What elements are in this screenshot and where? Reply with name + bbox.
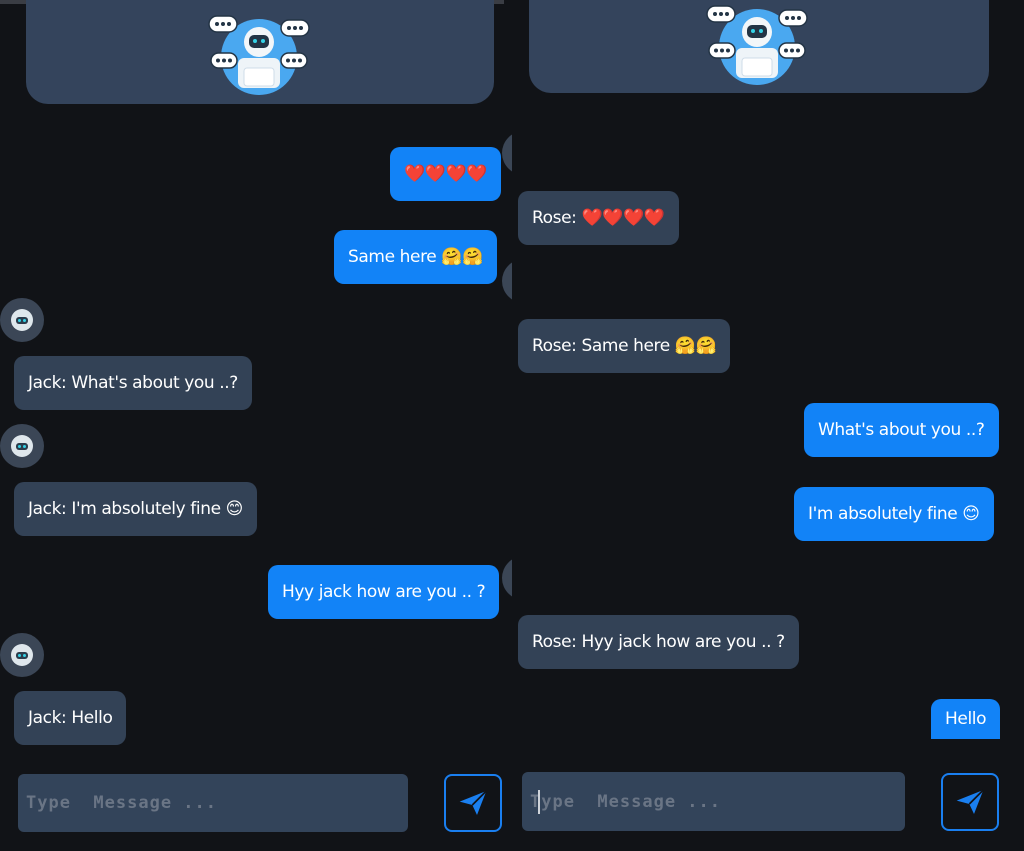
message-input-box[interactable] — [522, 772, 905, 831]
outgoing-message: ❤️❤️❤️❤️ — [390, 147, 502, 201]
bot-avatar-icon — [0, 424, 44, 468]
bot-avatar-icon — [502, 131, 512, 175]
left-chat-pane: ❤️❤️❤️❤️ Same here 🤗🤗 Jack: What's about… — [0, 0, 512, 851]
send-paper-plane-icon — [956, 789, 984, 814]
outgoing-message: What's about you ..? — [804, 403, 999, 457]
incoming-message: Jack: What's about you ..? — [14, 356, 252, 410]
send-button[interactable] — [941, 773, 999, 831]
bot-avatar-icon — [0, 633, 44, 677]
outgoing-message: I'm absolutely fine 😊 — [794, 487, 994, 541]
chatbot-illustration-icon — [208, 15, 310, 95]
bot-avatar-icon — [0, 298, 44, 342]
bot-avatar-icon — [502, 259, 512, 303]
send-paper-plane-icon — [459, 790, 487, 815]
right-chat-pane: Rose: ❤️❤️❤️❤️ Rose: Same here 🤗🤗 What's… — [512, 0, 1024, 851]
outgoing-message: Hyy jack how are you .. ? — [268, 565, 500, 619]
incoming-message: Jack: I'm absolutely fine 😊 — [14, 482, 257, 536]
chatbot-illustration-icon — [706, 5, 808, 85]
incoming-message: Jack: Hello — [14, 691, 127, 745]
incoming-message: Rose: ❤️❤️❤️❤️ — [518, 191, 679, 245]
outgoing-message: Same here 🤗🤗 — [334, 230, 497, 284]
incoming-message: Rose: Hyy jack how are you .. ? — [518, 615, 799, 669]
outgoing-message: Hello — [931, 699, 1001, 739]
bot-avatar-icon — [502, 556, 512, 600]
message-input[interactable] — [26, 793, 408, 813]
text-cursor — [538, 790, 540, 814]
message-input[interactable] — [530, 791, 905, 812]
incoming-message: Rose: Same here 🤗🤗 — [518, 319, 731, 373]
send-button[interactable] — [444, 774, 502, 832]
message-input-box[interactable] — [18, 774, 408, 832]
